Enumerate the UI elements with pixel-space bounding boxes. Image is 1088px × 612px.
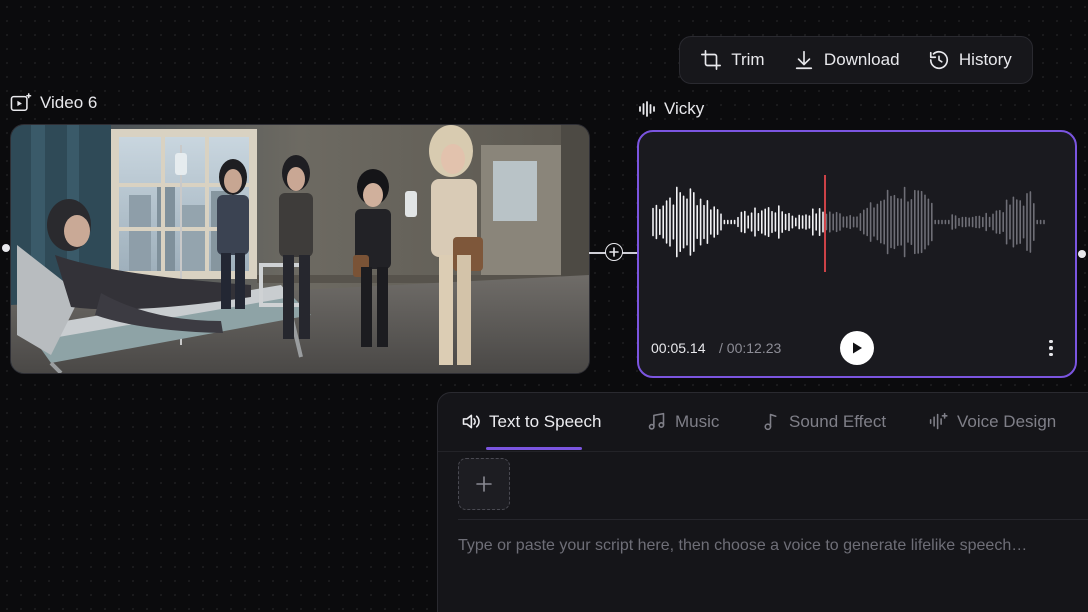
more-dot-icon (1049, 339, 1053, 344)
speaker-icon (462, 414, 480, 429)
plus-icon (609, 247, 619, 257)
total-time: / 00:12.23 (719, 340, 782, 356)
active-tab-indicator (486, 447, 582, 450)
download-label: Download (823, 50, 900, 69)
tab-label: Voice Design (957, 411, 1057, 431)
voice-design-sparkle-icon (929, 412, 948, 430)
audio-player-card[interactable]: 00:05.14 / 00:12.23 (637, 130, 1077, 378)
panel-tabs: Text to Speech Music Sound Effect Voice … (438, 393, 1088, 452)
audio-title: Vicky (664, 99, 705, 118)
tab-music[interactable]: Music (646, 411, 719, 432)
sound-effect-note-icon (764, 413, 777, 431)
audio-node-header: Vicky (638, 99, 704, 119)
video-frame-illustration (11, 125, 589, 373)
video-title: Video 6 (40, 93, 98, 112)
plus-icon (476, 476, 492, 492)
waveform-icon (639, 101, 655, 117)
current-time: 00:05.14 (651, 340, 706, 356)
clip-toolbar: Trim Download History (679, 36, 1033, 84)
music-note-icon (648, 412, 665, 430)
more-dot-icon (1049, 352, 1053, 357)
play-icon (853, 342, 862, 354)
download-button[interactable]: Download (785, 43, 908, 77)
video-sparkle-icon (10, 93, 32, 112)
workspace-canvas: Trim Download History Video 6 Vicky 00:0… (0, 0, 1088, 612)
play-button[interactable] (840, 331, 874, 365)
script-input[interactable] (458, 531, 1088, 561)
add-node-button[interactable] (605, 243, 623, 261)
crop-icon (701, 50, 722, 70)
history-label: History (958, 50, 1012, 69)
add-voice-button[interactable] (458, 458, 510, 510)
more-options-button[interactable] (1041, 338, 1061, 358)
download-icon (795, 50, 813, 70)
waveform-graphic (652, 175, 1045, 272)
tab-sound-effect[interactable]: Sound Effect (760, 411, 886, 432)
trim-button[interactable]: Trim (692, 43, 772, 77)
more-dot-icon (1049, 346, 1053, 350)
video-preview[interactable] (10, 124, 590, 374)
history-icon (929, 51, 948, 70)
tab-label: Text to Speech (489, 411, 602, 431)
trim-label: Trim (731, 50, 765, 69)
history-button[interactable]: History (920, 43, 1020, 77)
tab-label: Music (675, 411, 720, 431)
waveform-area[interactable] (651, 172, 1065, 278)
tab-voice-design[interactable]: Voice Design (928, 411, 1056, 432)
generation-panel: Text to Speech Music Sound Effect Voice … (437, 392, 1088, 612)
video-node-header: Video 6 (10, 93, 97, 113)
audio-output-port[interactable] (1078, 250, 1086, 258)
panel-divider (458, 519, 1088, 520)
video-input-port[interactable] (2, 244, 10, 252)
tab-label: Sound Effect (789, 411, 887, 431)
tab-text-to-speech[interactable]: Text to Speech (460, 411, 601, 432)
